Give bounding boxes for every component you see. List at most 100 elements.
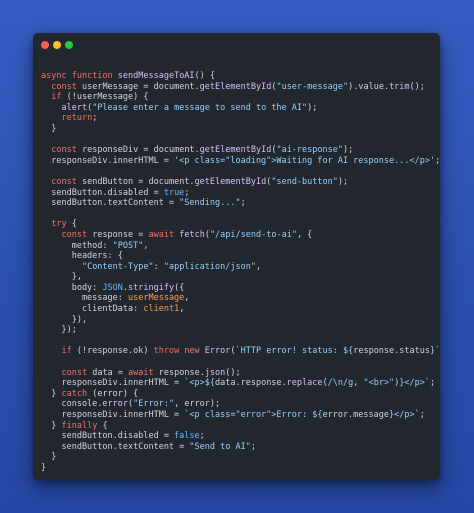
code-token: { xyxy=(71,219,77,230)
code-token: `<p class="error">Error: ${ xyxy=(184,410,323,420)
code-token: data = xyxy=(92,367,129,378)
code-token: error.message xyxy=(322,410,389,420)
code-token: , { xyxy=(296,229,313,240)
code-line: const response = await fetch("/api/send-… xyxy=(41,230,440,241)
code-token: `HTTP error! status: ${ xyxy=(235,346,354,357)
code-line: sendButton.disabled = false; xyxy=(41,431,440,442)
code-line: "Content-Type": "application/json", xyxy=(41,262,440,273)
code-token: "POST" xyxy=(112,240,144,251)
code-token: , xyxy=(255,261,262,272)
code-token: try xyxy=(51,219,72,230)
code-line: const sendButton = document.getElementBy… xyxy=(41,177,440,188)
code-token: throw new xyxy=(153,346,205,357)
code-token: getElementById xyxy=(199,145,272,156)
code-token: sendButton.disabled = xyxy=(41,187,164,198)
code-token: } xyxy=(41,420,62,431)
code-line: alert("Please enter a message to send to… xyxy=(41,103,440,114)
code-token: , xyxy=(353,378,364,389)
code-token: getElementById xyxy=(199,81,272,92)
code-token: const xyxy=(51,145,82,156)
code-token: getElementById xyxy=(194,176,267,187)
code-token: (error) { xyxy=(92,388,139,399)
code-token: (); xyxy=(409,81,425,92)
code-line: clientData: client1, xyxy=(41,304,440,315)
code-token: fetch xyxy=(179,229,205,240)
code-block: async function sendMessageToAI() { const… xyxy=(41,71,440,474)
code-token: { xyxy=(102,420,108,431)
code-line: const userMessage = document.getElementB… xyxy=(41,82,440,93)
code-line: sendButton.disabled = true; xyxy=(41,188,440,199)
code-token: sendButton.textContent = xyxy=(41,198,180,209)
zoom-icon[interactable] xyxy=(65,41,73,49)
code-token: "Content-Type" xyxy=(81,261,154,272)
code-token: if xyxy=(51,92,67,103)
code-token: "send-button" xyxy=(271,176,338,187)
minimize-icon[interactable] xyxy=(53,41,61,49)
code-line: headers: { xyxy=(41,251,440,262)
code-token: ); xyxy=(342,145,354,156)
code-token: data.response. xyxy=(215,378,287,389)
code-token: const xyxy=(51,176,82,187)
code-line: console.error("Error:", error); xyxy=(41,399,440,410)
code-token: ); xyxy=(337,176,349,187)
code-token: , xyxy=(184,293,190,304)
code-token: ; xyxy=(419,410,425,420)
code-token: const xyxy=(61,229,93,240)
code-token: alert xyxy=(61,102,88,113)
code-token: responseDiv.innerHTML = xyxy=(41,410,185,420)
code-line: } xyxy=(41,124,440,135)
window-titlebar xyxy=(33,33,440,57)
code-line: } xyxy=(41,452,440,463)
code-window: async function sendMessageToAI() { const… xyxy=(33,33,440,480)
code-token: response. xyxy=(158,367,205,378)
code-line: message: userMessage, xyxy=(41,293,440,304)
code-token: client1 xyxy=(143,304,180,315)
code-token: method: xyxy=(41,240,113,251)
code-token: ; xyxy=(250,441,256,452)
code-token: } xyxy=(41,388,62,399)
code-token: stringify xyxy=(128,282,175,293)
code-token: ; xyxy=(430,378,436,389)
code-token: "user-message" xyxy=(276,81,349,92)
code-line: const data = await response.json(); xyxy=(41,368,440,379)
code-token: } xyxy=(41,452,57,463)
code-token: userMessage xyxy=(128,293,185,304)
code-token: (); xyxy=(225,367,241,378)
code-token: console. xyxy=(41,399,103,410)
code-line: responseDiv.innerHTML = `<p class="error… xyxy=(41,410,440,421)
code-line: responseDiv.innerHTML = '<p class="loadi… xyxy=(41,156,440,167)
code-token: , xyxy=(179,304,185,315)
code-token: (!userMessage) { xyxy=(66,92,149,103)
code-line: try { xyxy=(41,219,440,230)
code-line: responseDiv.innerHTML = `<p>${data.respo… xyxy=(41,378,440,389)
code-token: async xyxy=(41,71,72,81)
code-line: } catch (error) { xyxy=(41,389,440,400)
close-icon[interactable] xyxy=(41,41,49,49)
code-token: "Please enter a message to send to the A… xyxy=(92,102,308,113)
code-token: responseDiv.innerHTML = xyxy=(41,378,185,389)
code-token: }` xyxy=(429,346,440,357)
code-token: ; xyxy=(199,431,205,442)
code-token: false xyxy=(174,431,200,442)
code-token: true xyxy=(163,187,185,198)
code-token: "Error:" xyxy=(133,399,175,410)
code-token: , xyxy=(143,240,149,251)
code-token: replace xyxy=(286,378,323,389)
code-token: }); xyxy=(41,325,77,336)
code-token: "Sending..." xyxy=(179,198,241,209)
code-token: } xyxy=(41,123,57,134)
code-token: body: xyxy=(41,282,103,293)
code-token: await xyxy=(148,229,180,240)
code-token: "Send to AI" xyxy=(189,441,251,452)
code-token: '<p class="loading">Waiting for AI respo… xyxy=(174,155,436,166)
code-line: return; xyxy=(41,113,440,124)
code-token: ; xyxy=(184,187,190,198)
code-line: }); xyxy=(41,325,440,336)
